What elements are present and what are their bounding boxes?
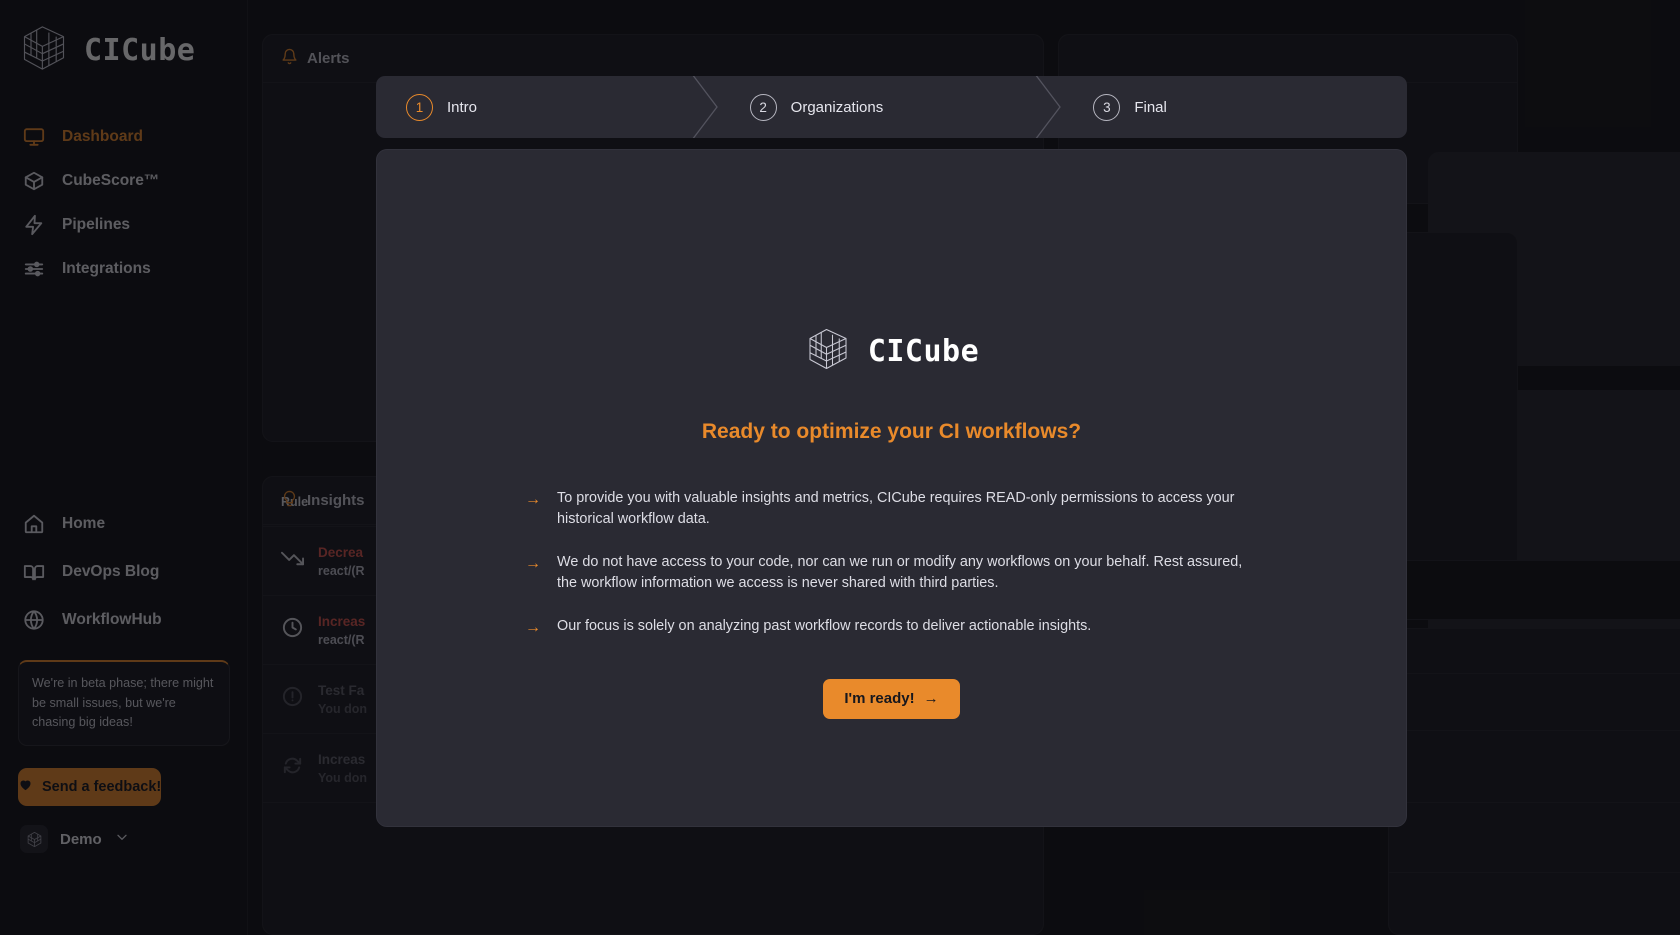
wizard-step-organizations-number: 2 — [749, 93, 777, 121]
wizard-step-organizations[interactable]: 2 Organizations — [720, 76, 1064, 138]
wizard-step-final[interactable]: 3 Final — [1063, 76, 1407, 138]
wizard-step-organizations-label: Organizations — [790, 98, 884, 116]
im-ready-label: I'm ready! — [844, 690, 915, 708]
arrow-right-icon: → — [525, 491, 541, 508]
arrow-right-icon: → — [525, 554, 541, 572]
im-ready-button[interactable]: I'm ready! → — [823, 678, 960, 719]
wizard-step-final-label: Final — [1134, 98, 1167, 116]
step-chevron-icon — [687, 76, 721, 138]
wizard-bullet-list: → To provide you with valuable insights … — [525, 488, 1258, 661]
wizard-bullet-text: We do not have access to your code, nor … — [557, 553, 1243, 591]
wizard-bullet-text: Our focus is solely on analyzing past wo… — [557, 617, 1092, 634]
wizard-bullet-text: To provide you with valuable insights an… — [557, 490, 1235, 527]
wizard-step-final-number: 3 — [1093, 93, 1121, 121]
wizard-modal: CICube Ready to optimize your CI workflo… — [376, 149, 1407, 827]
modal-brand-name: CICube — [867, 334, 980, 369]
wizard-step-intro-label: Intro — [447, 98, 478, 116]
step-chevron-icon — [1030, 76, 1064, 138]
cube-logo-icon — [804, 325, 852, 378]
arrow-right-icon: → — [525, 618, 541, 636]
wizard-bullet: → We do not have access to your code, no… — [525, 552, 1258, 594]
wizard-heading: Ready to optimize your CI workflows? — [701, 420, 1082, 443]
wizard-stepper: 1 Intro 2 Organizations 3 Final — [376, 76, 1407, 138]
wizard-step-intro-number: 1 — [406, 93, 433, 121]
onboarding-wizard: 1 Intro 2 Organizations 3 Final CICube R… — [376, 76, 1407, 827]
wizard-step-intro[interactable]: 1 Intro — [376, 76, 720, 138]
wizard-bullet: → To provide you with valuable insights … — [525, 488, 1258, 530]
modal-brand: CICube — [804, 325, 979, 378]
arrow-right-icon: → — [923, 690, 939, 708]
wizard-bullet: → Our focus is solely on analyzing past … — [525, 616, 1258, 639]
